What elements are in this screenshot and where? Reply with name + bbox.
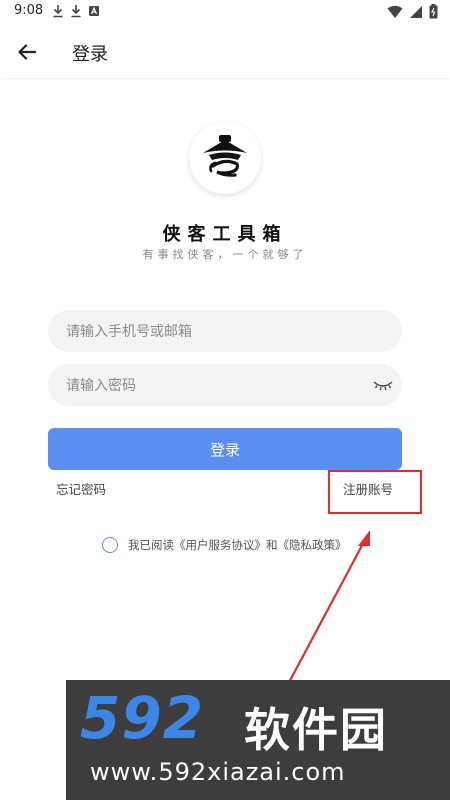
account-input[interactable] [64,310,368,354]
app-logo [189,122,261,194]
eye-closed-icon[interactable] [372,377,394,393]
forgot-password-link[interactable]: 忘记密码 [56,479,106,498]
system-icons [387,4,438,19]
notification-icons [52,4,100,18]
login-button[interactable]: 登录 [48,428,402,470]
watermark-banner: 592 软件园 www.592xiazai.com [66,680,450,800]
watermark-url: www.592xiazai.com [90,758,346,786]
battery-icon [429,4,438,19]
status-bar: 9:08 [0,0,450,24]
swordsman-hat-icon [203,135,247,177]
wifi-icon [387,5,403,18]
back-arrow-icon[interactable] [14,39,40,65]
app-store-icon [89,6,99,16]
watermark-name: 软件园 [244,703,388,757]
annotation-highlight-box [328,470,422,514]
app-bar: 登录 [0,24,450,78]
signal-icon [410,5,422,18]
password-input[interactable] [64,364,368,408]
brand-slogan: 有事找侠客，一个就够了 [142,248,308,261]
agreement-row: 我已阅读《用户服务协议》和《隐私政策》 [102,537,347,553]
page-title: 登录 [72,44,108,65]
agreement-radio[interactable] [102,537,118,553]
download-icon [71,5,81,18]
agreement-text[interactable]: 我已阅读《用户服务协议》和《隐私政策》 [128,537,347,553]
watermark-number: 592 [80,684,205,752]
download-icon [53,5,63,18]
brand-title: 侠客工具箱 [162,224,288,245]
status-time: 9:08 [14,3,44,18]
account-field [48,310,402,354]
password-field [48,364,402,408]
